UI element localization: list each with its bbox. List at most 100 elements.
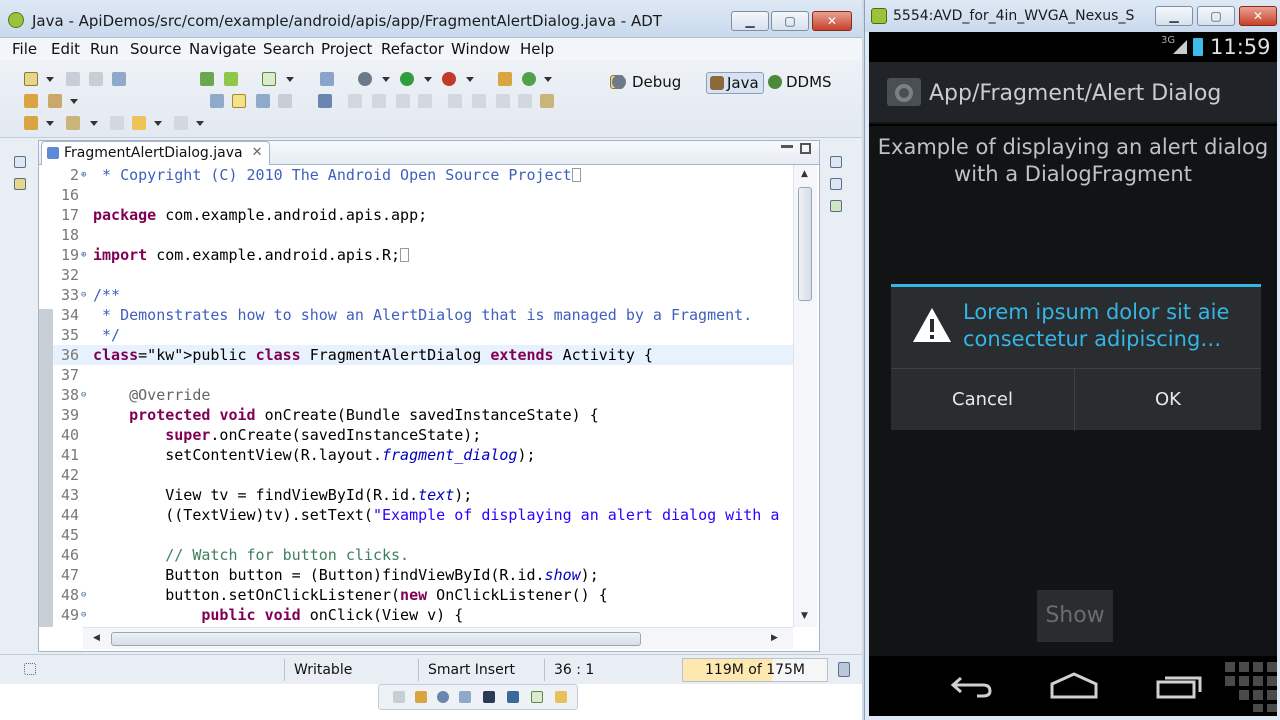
heap-status[interactable]: 119M of 175M: [682, 658, 828, 682]
back-dropdown-icon[interactable]: [154, 121, 162, 126]
fast-view-icon[interactable]: [24, 663, 36, 675]
devices-icon[interactable]: [555, 691, 567, 703]
step-over-icon[interactable]: [472, 94, 486, 108]
recent-apps-icon[interactable]: [1155, 670, 1203, 700]
open-type-icon[interactable]: [24, 94, 38, 108]
suspend-icon[interactable]: [372, 94, 386, 108]
emulator-minimize-button[interactable]: ▁: [1155, 6, 1193, 26]
fold-collapse-icon[interactable]: ⊖: [81, 291, 89, 300]
emulator-maximize-button[interactable]: ▢: [1197, 6, 1235, 26]
terminate-icon[interactable]: [396, 94, 410, 108]
save-icon[interactable]: [66, 72, 80, 86]
fold-collapse-icon[interactable]: ⊖: [81, 611, 89, 620]
scroll-right-icon[interactable]: ▶: [771, 633, 778, 643]
menu-file[interactable]: File: [12, 40, 37, 58]
editor-tab[interactable]: FragmentAlertDialog.java ✕: [41, 141, 270, 165]
close-button[interactable]: ✕: [812, 11, 852, 31]
mark-occurrences-icon[interactable]: [232, 94, 246, 108]
menu-window[interactable]: Window: [451, 40, 510, 58]
problems-icon[interactable]: [415, 691, 427, 703]
fold-expand-icon[interactable]: ⊕: [81, 171, 89, 180]
toggle-breadcrumb-icon[interactable]: [210, 94, 224, 108]
drop-to-frame-icon[interactable]: [518, 94, 532, 108]
resume-icon[interactable]: [348, 94, 362, 108]
vertical-scrollbar[interactable]: ▲ ▼: [793, 165, 817, 627]
step-into-icon[interactable]: [448, 94, 462, 108]
search-dropdown-icon[interactable]: [70, 99, 78, 104]
lint-check-icon[interactable]: [262, 72, 276, 86]
menu-edit[interactable]: Edit: [51, 40, 80, 58]
minimize-button[interactable]: ▁: [731, 11, 769, 31]
task-list-icon[interactable]: [830, 200, 842, 212]
forward-dropdown-icon[interactable]: [196, 121, 204, 126]
debug-dropdown-icon[interactable]: [382, 77, 390, 82]
show-button[interactable]: Show: [1037, 590, 1113, 642]
home-icon[interactable]: [1049, 670, 1099, 700]
scroll-left-icon[interactable]: ◀: [93, 633, 100, 643]
android-avd-manager-icon[interactable]: [224, 72, 238, 86]
ok-button[interactable]: OK: [1076, 369, 1260, 431]
javadoc-icon[interactable]: [437, 691, 449, 703]
fold-expand-icon[interactable]: ⊕: [81, 251, 89, 260]
maximize-button[interactable]: ▢: [771, 11, 809, 31]
horizontal-scrollbar[interactable]: ◀ ▶: [83, 627, 793, 649]
android-sdk-manager-icon[interactable]: [200, 72, 214, 86]
new-class-dropdown-icon[interactable]: [544, 77, 552, 82]
use-step-filters-icon[interactable]: [540, 94, 554, 108]
folded-block-icon[interactable]: [400, 248, 410, 262]
lint-dropdown-icon[interactable]: [286, 77, 294, 82]
next-annotation-icon[interactable]: [24, 116, 38, 130]
run-dropdown-icon[interactable]: [424, 77, 432, 82]
perspective-debug[interactable]: Debug: [612, 72, 681, 94]
new-icon[interactable]: [24, 72, 38, 86]
logcat-icon[interactable]: [507, 691, 519, 703]
previous-annotation-dropdown-icon[interactable]: [90, 121, 98, 126]
restore-right-icon[interactable]: [830, 156, 842, 168]
scroll-up-icon[interactable]: ▲: [801, 169, 808, 179]
garbage-collect-icon[interactable]: [838, 662, 850, 677]
perspective-java[interactable]: Java: [706, 72, 764, 94]
new-java-class-icon[interactable]: [522, 72, 536, 86]
close-tab-icon[interactable]: ✕: [252, 142, 263, 164]
show-whitespace-icon[interactable]: [278, 94, 292, 108]
menu-search[interactable]: Search: [263, 40, 315, 58]
search-icon[interactable]: [48, 94, 62, 108]
print-icon[interactable]: [112, 72, 126, 86]
horizontal-scroll-thumb[interactable]: [111, 632, 641, 646]
tasks-icon[interactable]: [531, 691, 543, 703]
emulator-close-button[interactable]: ✕: [1239, 6, 1277, 26]
perspective-ddms[interactable]: DDMS: [768, 72, 832, 94]
fold-collapse-icon[interactable]: ⊖: [81, 591, 89, 600]
disconnect-icon[interactable]: [418, 94, 432, 108]
back-icon[interactable]: [132, 116, 146, 130]
restore-view-icon[interactable]: [393, 691, 405, 703]
new-java-package-icon[interactable]: [498, 72, 512, 86]
next-annotation-dropdown-icon[interactable]: [46, 121, 54, 126]
fold-collapse-icon[interactable]: ⊖: [81, 391, 89, 400]
forward-icon[interactable]: [174, 116, 188, 130]
declaration-icon[interactable]: [459, 691, 471, 703]
external-tools-icon[interactable]: [442, 72, 456, 86]
menu-run[interactable]: Run: [90, 40, 119, 58]
menu-navigate[interactable]: Navigate: [189, 40, 256, 58]
package-explorer-icon[interactable]: [14, 178, 26, 190]
menu-refactor[interactable]: Refactor: [381, 40, 444, 58]
step-return-icon[interactable]: [496, 94, 510, 108]
last-edit-location-icon[interactable]: [110, 116, 124, 130]
vertical-scroll-thumb[interactable]: [798, 187, 812, 301]
code-area[interactable]: 2 ⊕ * Copyright (C) 2010 The Android Ope…: [53, 165, 793, 627]
back-icon[interactable]: [949, 670, 995, 700]
emulator-controls-icon[interactable]: [1221, 660, 1277, 712]
new-dropdown-icon[interactable]: [46, 77, 54, 82]
restore-icon[interactable]: [14, 156, 26, 168]
menu-project[interactable]: Project: [321, 40, 372, 58]
save-all-icon[interactable]: [89, 72, 103, 86]
menu-help[interactable]: Help: [520, 40, 554, 58]
maximize-editor-icon[interactable]: [800, 143, 811, 154]
menu-source[interactable]: Source: [130, 40, 182, 58]
skip-breakpoints-icon[interactable]: [318, 94, 332, 108]
debug-icon[interactable]: [358, 72, 372, 86]
previous-annotation-icon[interactable]: [66, 116, 80, 130]
scroll-down-icon[interactable]: ▼: [801, 611, 808, 621]
block-selection-icon[interactable]: [256, 94, 270, 108]
